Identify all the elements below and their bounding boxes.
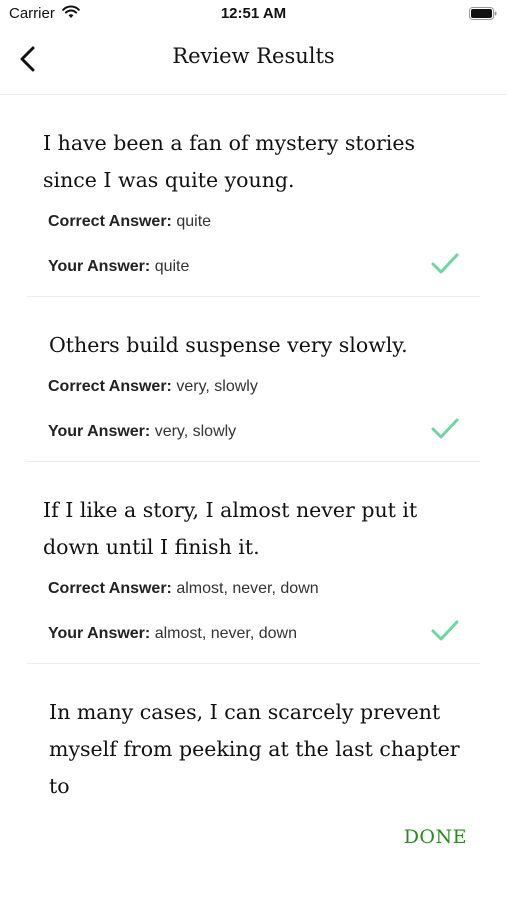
checkmark-icon <box>431 418 459 439</box>
checkmark-icon <box>431 253 459 274</box>
your-answer-value: almost, never, down <box>154 625 297 642</box>
correct-answer-value: quite <box>176 213 212 230</box>
battery-icon <box>469 7 497 20</box>
review-item: Others build suspense very slowly. Corre… <box>27 297 480 462</box>
question-text: In many cases, I can scarcely prevent my… <box>49 700 460 798</box>
clock-time: 12:51 AM <box>220 5 287 22</box>
correct-answer-value: almost, never, down <box>176 580 319 597</box>
your-answer-value: very, slowly <box>154 423 237 440</box>
correct-answer-value: very, slowly <box>176 378 258 395</box>
review-item: In many cases, I can scarcely prevent my… <box>27 664 480 805</box>
your-answer-row: Your Answer: very, slowly <box>27 418 480 443</box>
correct-answer-label: Correct Answer: <box>48 213 172 230</box>
your-answer-label: Your Answer: <box>48 258 151 275</box>
correct-answer-row: Correct Answer: very, slowly <box>27 376 480 398</box>
status-bar: Carrier 12:51 AM <box>0 0 507 28</box>
your-answer-row: Your Answer: almost, never, down <box>27 620 480 645</box>
correct-answer-row: Correct Answer: quite <box>27 211 480 233</box>
your-answer-value: quite <box>154 258 190 275</box>
review-item: I have been a fan of mystery stories sin… <box>27 95 480 297</box>
review-item: If I like a story, I almost never put it… <box>27 462 480 664</box>
navigation-bar: Review Results <box>0 28 507 95</box>
correct-answer-label: Correct Answer: <box>48 378 172 395</box>
done-button[interactable]: DONE <box>404 826 467 848</box>
review-list[interactable]: I have been a fan of mystery stories sin… <box>0 95 507 805</box>
page-title: Review Results <box>172 44 335 68</box>
correct-answer-row: Correct Answer: almost, never, down <box>27 578 480 600</box>
your-answer-label: Your Answer: <box>48 625 151 642</box>
your-answer-label: Your Answer: <box>48 423 151 440</box>
question-text: Others build suspense very slowly. <box>49 333 408 357</box>
question-text: If I like a story, I almost never put it… <box>43 498 418 559</box>
your-answer-row: Your Answer: quite <box>27 253 480 278</box>
question-text: I have been a fan of mystery stories sin… <box>43 131 416 192</box>
checkmark-icon <box>431 620 459 641</box>
correct-answer-label: Correct Answer: <box>48 580 172 597</box>
